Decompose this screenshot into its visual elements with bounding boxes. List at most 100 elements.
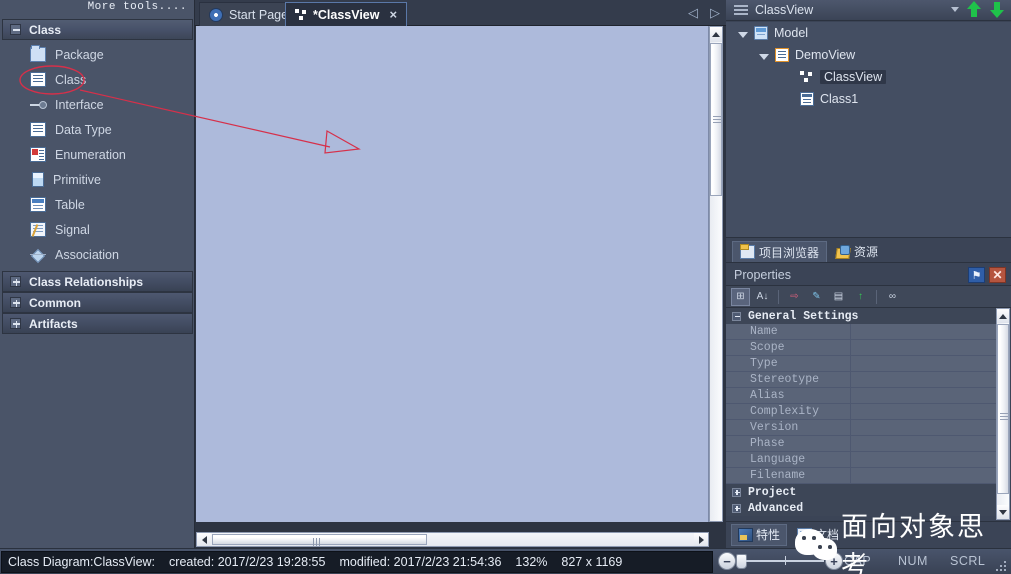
property-group-general-settings[interactable]: General Settings [726,308,996,324]
zoom-out-button[interactable]: − [718,552,736,570]
tree-node-class1[interactable]: Class1 [726,88,1011,110]
property-name: Phase [726,436,851,451]
categorized-button[interactable]: ⊞ [731,288,750,306]
tab-next-icon[interactable]: ▷ [710,5,720,21]
up-button[interactable]: ↑ [851,288,870,306]
zoom-in-button[interactable]: + [825,552,843,570]
property-value[interactable] [851,436,996,451]
close-icon[interactable]: ✕ [989,267,1006,283]
close-icon[interactable]: × [389,7,397,22]
toolbox-section-common-header[interactable]: Common [2,292,193,313]
tool-item-primitive[interactable]: Primitive [2,167,193,192]
expand-icon[interactable] [732,504,741,513]
properties-vertical-scrollbar[interactable] [996,308,1010,520]
property-value[interactable] [851,420,996,435]
property-row[interactable]: Name [726,324,996,340]
property-value[interactable] [851,404,996,419]
property-group-project[interactable]: Project [726,484,996,500]
resize-grip-icon[interactable] [996,559,1008,571]
property-value[interactable] [851,324,996,339]
tool-item-class[interactable]: Class [2,67,193,92]
application-window: More tools.... Class Package Class Inter… [0,0,1011,574]
edit-button[interactable]: ✎ [807,288,826,306]
arrow-down-icon[interactable] [990,1,1005,18]
scroll-right-icon[interactable] [694,533,708,546]
tab-prev-icon[interactable]: ◁ [688,5,698,21]
tree-node-demoview[interactable]: DemoView [726,44,1011,66]
toolbox-section-artifacts-header[interactable]: Artifacts [2,313,193,334]
expand-icon[interactable] [10,276,21,287]
property-row[interactable]: Version [726,420,996,436]
tab-classview[interactable]: *ClassView × [285,2,407,26]
scroll-up-icon[interactable] [997,309,1009,323]
more-tools-label[interactable]: More tools.... [88,1,187,13]
property-value[interactable] [851,468,996,483]
status-bar: Class Diagram:ClassView: created: 2017/2… [0,548,1011,574]
tool-item-enumeration[interactable]: Enumeration [2,142,193,167]
properties-scroll-thumb[interactable] [997,324,1009,494]
property-value[interactable] [851,388,996,403]
property-row[interactable]: Language [726,452,996,468]
diagram-canvas[interactable] [196,26,709,522]
pin-icon[interactable]: ⚑ [968,267,985,283]
property-row[interactable]: Type [726,356,996,372]
property-value[interactable] [851,356,996,371]
scroll-up-icon[interactable] [710,27,722,42]
scroll-left-icon[interactable] [197,533,211,546]
tab-start-page[interactable]: Start Page [199,2,298,26]
tab-document[interactable]: 文档 [791,524,845,546]
property-value[interactable] [851,452,996,467]
property-row[interactable]: Stereotype [726,372,996,388]
alphabetic-button[interactable]: A↓ [753,288,772,306]
property-value[interactable] [851,340,996,355]
chevron-down-icon[interactable] [951,7,959,12]
tool-item-data-type[interactable]: Data Type [2,117,193,142]
tree-node-model[interactable]: Model [726,22,1011,44]
zoom-slider-control[interactable]: − + [718,552,843,570]
toolbox-section-class-relationships-header[interactable]: Class Relationships [2,271,193,292]
canvas-horizontal-scrollbar[interactable] [196,532,709,547]
property-row[interactable]: Complexity [726,404,996,420]
properties-grid[interactable]: General Settings Name Scope Type Stereot… [726,308,1011,520]
property-row[interactable]: Phase [726,436,996,452]
tool-item-signal[interactable]: Signal [2,217,193,242]
collapse-icon[interactable] [10,24,21,35]
expand-icon[interactable] [10,297,21,308]
vertical-scroll-thumb[interactable] [710,43,722,196]
status-indicator-num: NUM [898,554,928,568]
collapse-icon[interactable] [732,312,741,321]
project-tree[interactable]: Model DemoView ClassView Class1 [726,22,1011,238]
tool-item-association[interactable]: Association [2,242,193,267]
horizontal-scroll-thumb[interactable] [212,534,427,545]
tab-resource[interactable]: 资源 [827,241,886,262]
tool-item-label: Enumeration [55,148,126,162]
tab-properties[interactable]: 特性 [731,524,787,546]
property-group-advanced[interactable]: Advanced [726,500,996,516]
property-row[interactable]: Scope [726,340,996,356]
property-row[interactable]: Alias [726,388,996,404]
add-note-button[interactable]: ▤ [829,288,848,306]
tool-item-table[interactable]: Table [2,192,193,217]
binoculars-button[interactable]: ∞ [883,288,902,306]
expanded-icon[interactable] [738,32,748,38]
scroll-down-icon[interactable] [997,505,1009,519]
canvas-vertical-scrollbar[interactable] [709,26,723,522]
expand-icon[interactable] [732,488,741,497]
tab-project-browser[interactable]: 项目浏览器 [732,241,827,262]
links-button[interactable]: ⇨ [785,288,804,306]
properties-title: Properties [734,268,791,282]
expanded-icon[interactable] [759,54,769,60]
toolbox-section-class-header[interactable]: Class [2,19,193,40]
class-diagram-icon [295,9,308,21]
arrow-up-icon[interactable] [967,1,982,18]
expand-icon[interactable] [10,318,21,329]
property-value[interactable] [851,372,996,387]
zoom-slider-track[interactable] [746,560,824,562]
tool-item-package[interactable]: Package [2,42,193,67]
signal-icon [30,222,46,237]
property-group-label: Project [748,486,796,499]
tool-item-interface[interactable]: Interface [2,92,193,117]
menu-icon[interactable] [734,5,748,15]
tree-node-classview[interactable]: ClassView [726,66,1011,88]
property-row[interactable]: Filename [726,468,996,484]
